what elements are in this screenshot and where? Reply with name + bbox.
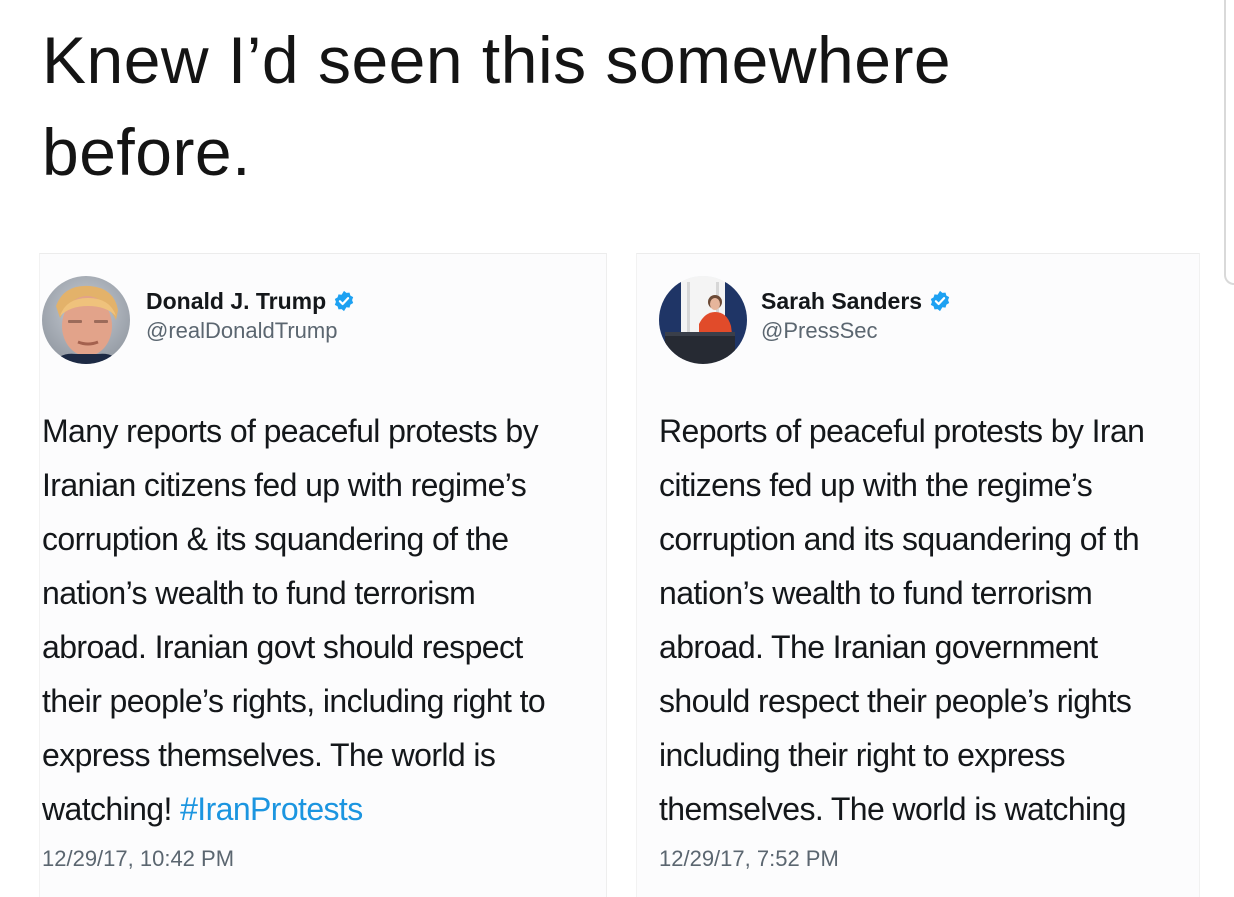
- tweet-line: themselves. The world is watching: [659, 791, 1127, 827]
- tweet-line: citizens fed up with the regime’s: [659, 467, 1093, 503]
- author-handle[interactable]: @realDonaldTrump: [146, 316, 355, 346]
- headline-line-1: Knew I’d seen this somewhere: [42, 23, 952, 97]
- tweet-timestamp[interactable]: 12/29/17, 7:52 PM: [659, 846, 839, 872]
- headline-line-2: before.: [42, 115, 251, 189]
- tweet-line: nation’s wealth to fund terrorism: [659, 575, 1093, 611]
- tweet-card-trump[interactable]: Donald J. Trump @realDonaldTrump Many re…: [39, 253, 607, 897]
- tweet-line-last: watching! #IranProtests: [42, 782, 682, 836]
- tweet-author: Sarah Sanders @PressSec: [761, 286, 951, 346]
- tweet-timestamp[interactable]: 12/29/17, 10:42 PM: [42, 846, 234, 872]
- avatar[interactable]: [42, 276, 130, 364]
- tweet-author: Donald J. Trump @realDonaldTrump: [146, 286, 355, 346]
- hashtag-link[interactable]: #IranProtests: [180, 791, 363, 827]
- tweet-line: including their right to express: [659, 737, 1066, 773]
- author-name[interactable]: Donald J. Trump: [146, 286, 326, 316]
- tweet-line: abroad. The Iranian government: [659, 629, 1098, 665]
- verified-badge-icon: [335, 290, 354, 312]
- avatar[interactable]: [659, 276, 747, 364]
- author-name-row: Donald J. Trump: [146, 286, 355, 316]
- tweet-text: Many reports of peaceful protests by Ira…: [42, 404, 682, 836]
- headline: Knew I’d seen this somewhere before.: [42, 14, 1142, 198]
- scrollbar-edge: [1224, 0, 1234, 285]
- tweet-line: Many reports of peaceful protests by: [42, 413, 539, 449]
- tweet-line: Iranian citizens fed up with regime’s: [42, 467, 527, 503]
- author-handle[interactable]: @PressSec: [761, 316, 951, 346]
- tweet-line: should respect their people’s rights: [659, 683, 1132, 719]
- tweet-line: express themselves. The world is: [42, 737, 496, 773]
- tweet-line: Reports of peaceful protests by Iran: [659, 413, 1145, 449]
- tweet-line: corruption and its squandering of th: [659, 521, 1140, 557]
- tweet-line: nation’s wealth to fund terrorism: [42, 575, 476, 611]
- author-name[interactable]: Sarah Sanders: [761, 286, 922, 316]
- tweet-line: their people’s rights, including right t…: [42, 683, 546, 719]
- tweet-line: corruption & its squandering of the: [42, 521, 509, 557]
- tweet-line: abroad. Iranian govt should respect: [42, 629, 523, 665]
- author-name-row: Sarah Sanders: [761, 286, 951, 316]
- verified-badge-icon: [930, 290, 950, 312]
- tweet-line: watching!: [42, 791, 172, 827]
- tweet-text: Reports of peaceful protests by Iran cit…: [659, 404, 1199, 836]
- tweet-card-sanders[interactable]: Sarah Sanders @PressSec Reports of peace…: [636, 253, 1200, 897]
